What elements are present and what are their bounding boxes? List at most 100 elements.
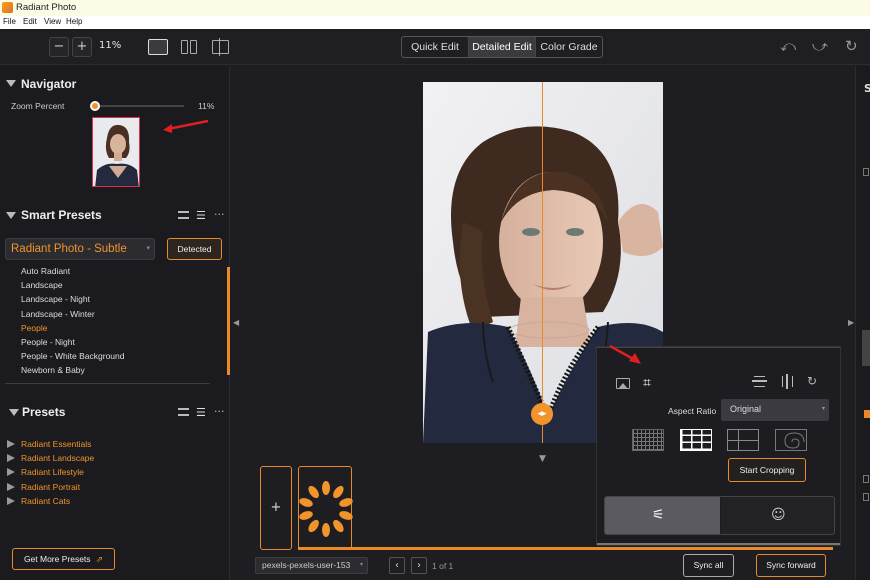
annotation-arrow-navigator	[163, 119, 209, 133]
collapse-smart-presets-icon[interactable]	[6, 212, 16, 219]
aspect-ratio-label: Aspect Ratio	[668, 406, 717, 416]
list-scrollbar[interactable]	[227, 267, 230, 375]
sliders-icon: ⚟	[652, 507, 665, 523]
filmstrip-scrollbar[interactable]	[298, 547, 833, 550]
collapse-navigator-icon[interactable]	[6, 80, 16, 87]
flip-vertical-icon[interactable]	[752, 376, 767, 387]
zoom-slider-track[interactable]	[95, 105, 184, 107]
menu-help[interactable]: Help	[66, 17, 82, 26]
list-item[interactable]: Newborn & Baby	[21, 363, 221, 377]
add-image-button[interactable]: +	[260, 466, 292, 550]
presets-more-options-icon[interactable]: ···	[214, 405, 225, 418]
adjustments-tab[interactable]: ⚟	[605, 497, 720, 534]
preset-group[interactable]: Radiant Landscape	[7, 451, 207, 465]
aspect-ratio-select[interactable]: Original ▾	[721, 399, 829, 421]
tab-quick-edit[interactable]: Quick Edit	[402, 37, 468, 57]
list-item[interactable]: Landscape - Night	[21, 292, 221, 306]
right-panel-slider[interactable]	[862, 330, 870, 366]
collapse-presets-icon[interactable]	[9, 409, 19, 416]
preset-group[interactable]: Radiant Lifestyle	[7, 465, 207, 479]
face-retouch-icon: ☺	[771, 507, 786, 523]
single-view-icon[interactable]	[148, 39, 168, 55]
list-view-icon[interactable]: ☰	[196, 209, 206, 222]
smart-preset-selected: Radiant Photo - Subtle	[11, 243, 127, 255]
navigator-zoom-value: 11%	[198, 101, 215, 111]
loading-spinner-icon	[299, 481, 353, 537]
undo-icon[interactable]: ⤺	[780, 37, 796, 55]
window-title: Radiant Photo	[16, 2, 77, 13]
golden-spiral-overlay-icon[interactable]	[775, 429, 807, 451]
reset-icon[interactable]: ↻	[845, 37, 858, 55]
grid-fine-overlay-icon[interactable]	[632, 429, 664, 451]
menu-bar: File Edit View Help	[0, 16, 870, 29]
get-more-presets-button[interactable]: Get More Presets ⇗	[12, 548, 115, 570]
before-after-divider[interactable]	[542, 82, 543, 443]
zoom-in-button[interactable]: +	[72, 37, 92, 57]
app-logo-icon	[2, 2, 13, 13]
preset-group[interactable]: Radiant Portrait	[7, 480, 207, 494]
list-item[interactable]: People - Night	[21, 335, 221, 349]
zoom-slider-handle[interactable]	[90, 101, 100, 111]
split-view-icon[interactable]	[212, 38, 229, 56]
list-item[interactable]: Auto Radiant	[21, 264, 221, 278]
title-bar: Radiant Photo	[0, 0, 870, 16]
preset-group[interactable]: Radiant Essentials	[7, 437, 207, 451]
redo-icon[interactable]: ⤻	[812, 37, 828, 55]
presets-title: Presets	[22, 405, 66, 419]
right-panel-accent-checkbox[interactable]	[864, 410, 870, 418]
menu-view[interactable]: View	[44, 17, 61, 26]
right-panel-header-fragment: S	[864, 82, 870, 95]
tab-color-grade[interactable]: Color Grade	[535, 37, 602, 57]
right-panel-checkbox[interactable]	[863, 168, 869, 176]
dropdown-caret-icon: ▾	[146, 244, 150, 252]
zoom-out-button[interactable]: −	[49, 37, 69, 57]
preset-group[interactable]: Radiant Cats	[7, 494, 207, 508]
right-panel-checkbox-2[interactable]	[863, 475, 869, 483]
filmstrip-thumbnail-loading[interactable]	[298, 466, 353, 550]
menu-edit[interactable]: Edit	[23, 17, 37, 26]
menu-file[interactable]: File	[3, 17, 16, 26]
list-item[interactable]: Landscape - Winter	[21, 307, 221, 321]
sync-all-button[interactable]: Sync all	[683, 554, 734, 577]
rotate-icon[interactable]: ↻	[807, 374, 817, 388]
smart-presets-title: Smart Presets	[21, 208, 102, 222]
collapse-right-panel-icon[interactable]: ▶	[848, 318, 854, 327]
portrait-tab[interactable]: ☺	[721, 497, 834, 534]
divider	[5, 383, 210, 384]
start-cropping-button[interactable]: Start Cropping	[728, 458, 806, 482]
tab-detailed-edit[interactable]: Detailed Edit	[468, 37, 535, 57]
flip-horizontal-icon[interactable]	[782, 374, 793, 389]
right-panel-checkbox-3[interactable]	[863, 493, 869, 501]
right-panel-collapsed	[855, 66, 870, 580]
collapse-left-panel-icon[interactable]: ◀	[233, 318, 239, 327]
grid-thirds-overlay-icon[interactable]	[680, 429, 712, 451]
detected-button[interactable]: Detected	[167, 238, 222, 260]
navigator-thumbnail[interactable]	[92, 117, 140, 187]
list-item[interactable]: People - White Background	[21, 349, 221, 363]
crop-icon[interactable]: ⌗	[643, 375, 651, 391]
get-more-presets-label: Get More Presets	[23, 554, 91, 564]
grid-cross-overlay-icon[interactable]	[727, 429, 759, 451]
adjust-mode-switch: ⚟ ☺	[604, 496, 835, 535]
image-icon[interactable]	[616, 378, 630, 389]
smart-presets-list: Auto Radiant Landscape Landscape - Night…	[21, 264, 221, 378]
presets-list-view-icon[interactable]: ☰	[196, 406, 206, 419]
crop-panel: ⌗ ↻ Aspect Ratio Original ▾ Start Croppi…	[596, 346, 841, 546]
smart-preset-dropdown[interactable]: Radiant Photo - Subtle ▾	[5, 238, 155, 260]
grid-view-icon[interactable]	[178, 211, 189, 219]
more-options-icon[interactable]: ···	[214, 208, 225, 221]
before-after-handle-icon[interactable]: ◂▸	[531, 403, 553, 425]
previous-image-button[interactable]: ‹	[389, 557, 405, 574]
list-item[interactable]: Landscape	[21, 278, 221, 292]
side-by-side-view-icon[interactable]	[181, 40, 197, 54]
filename-dropdown[interactable]: pexels-pexels-user-153 ▾	[255, 557, 368, 574]
next-image-button[interactable]: ›	[411, 557, 427, 574]
external-link-icon: ⇗	[95, 554, 104, 564]
navigator-title: Navigator	[21, 77, 77, 91]
presets-grid-view-icon[interactable]	[178, 408, 189, 416]
list-item-active[interactable]: People	[21, 321, 221, 335]
mode-tabs: Quick Edit Detailed Edit Color Grade	[401, 36, 603, 58]
filmstrip-toggle-icon[interactable]: ▼	[539, 454, 546, 464]
page-info: 1 of 1	[432, 561, 454, 571]
sync-forward-button[interactable]: Sync forward	[756, 554, 826, 577]
